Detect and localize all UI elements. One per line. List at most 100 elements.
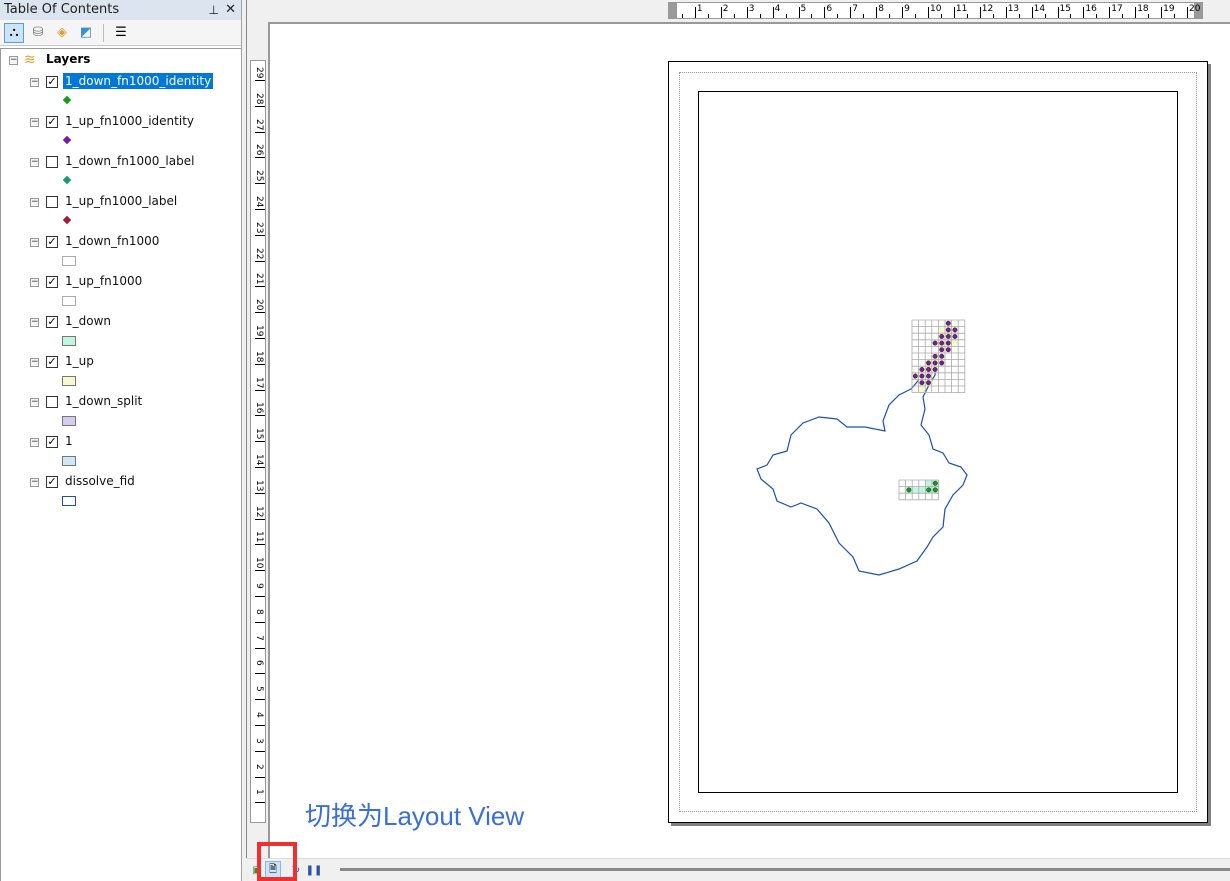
layer-name[interactable]: 1_down_fn1000_identity — [63, 73, 214, 89]
ruler-tick — [255, 338, 265, 339]
layer-tree: − ≋ Layers − ✓ 1_down_fn1000_identity − ✓… — [0, 48, 241, 881]
collapse-icon[interactable]: − — [30, 398, 39, 407]
collapse-icon[interactable]: − — [30, 118, 39, 127]
ruler-label: 6 — [254, 660, 264, 667]
layer-name[interactable]: 1_up — [63, 353, 96, 369]
visibility-checkbox[interactable]: ✓ — [46, 356, 58, 368]
annotation-text: 切换为Layout View — [305, 801, 525, 831]
polygon-symbol-icon — [62, 376, 76, 386]
ruler-tick — [255, 286, 265, 288]
ruler-tick — [1070, 14, 1072, 18]
point-symbol-icon — [62, 215, 72, 225]
ruler-label: 9 — [254, 583, 264, 589]
layer-item[interactable]: − 1_up_fn1000_label — [1, 191, 241, 231]
ruler-label: 13 — [1007, 4, 1020, 14]
visibility-checkbox[interactable] — [46, 396, 58, 408]
layer-name[interactable]: 1_down_split — [63, 393, 144, 409]
ruler-label: 15 — [254, 428, 264, 440]
list-by-drawing-order-button[interactable]: ⛬ — [4, 22, 24, 43]
ruler-label: 27 — [254, 118, 264, 131]
toc-title-bar: Table Of Contents ⊥ ✕ — [0, 0, 241, 20]
ruler-tick — [1135, 7, 1137, 18]
ruler-tick — [902, 7, 904, 18]
visibility-checkbox[interactable]: ✓ — [46, 436, 58, 448]
toc-title: Table Of Contents — [4, 2, 120, 17]
horizontal-ruler[interactable]: 1 2 3 4 5 6 7 8 9 10 11 12 13 14 15 16 17 18 19 20 — [668, 2, 1203, 19]
vertical-ruler[interactable]: 29 28 27 26 25 24 23 22 21 20 19 18 17 16 15 14 13 12 11 10… — [250, 60, 266, 823]
ruler-tick — [255, 260, 265, 262]
collapse-icon[interactable]: − — [30, 318, 39, 327]
collapse-icon[interactable]: − — [30, 438, 39, 447]
layer-item[interactable]: − ✓ 1 — [1, 431, 241, 471]
layer-name[interactable]: 1_up_fn1000_label — [63, 193, 179, 209]
ruler-label: 12 — [981, 4, 994, 14]
visibility-checkbox[interactable]: ✓ — [46, 116, 58, 128]
layer-item[interactable]: − ✓ dissolve_fid — [1, 471, 241, 511]
visibility-checkbox[interactable]: ✓ — [46, 76, 58, 88]
layer-item[interactable]: − 1_down_split — [1, 391, 241, 431]
horizontal-scrollbar[interactable] — [340, 868, 1230, 871]
layer-item[interactable]: − ✓ 1_up_fn1000 — [1, 271, 241, 311]
collapse-icon[interactable]: − — [30, 358, 39, 367]
visibility-checkbox[interactable]: ✓ — [46, 316, 58, 328]
layer-name[interactable]: 1 — [63, 433, 75, 449]
list-by-visibility-button[interactable]: ◈ — [52, 23, 72, 43]
pause-drawing-button[interactable]: ❚❚ — [306, 861, 323, 879]
visibility-checkbox[interactable]: ✓ — [46, 236, 58, 248]
ruler-tick — [1057, 7, 1059, 18]
ruler-label: 5 — [254, 686, 264, 692]
collapse-icon[interactable]: − — [30, 198, 39, 207]
polygon-symbol-icon — [62, 296, 76, 306]
layer-item[interactable]: − ✓ 1_up — [1, 351, 241, 391]
ruler-tick — [746, 7, 748, 18]
ruler-label: 21 — [254, 273, 264, 285]
ruler-tick — [979, 7, 981, 18]
ruler-tick — [720, 7, 722, 18]
polygon-symbol-icon — [62, 336, 76, 346]
layer-name[interactable]: 1_up_fn1000_identity — [63, 113, 196, 129]
visibility-checkbox[interactable] — [46, 156, 58, 168]
ruler-tick — [255, 750, 265, 752]
collapse-icon[interactable]: − — [30, 78, 39, 87]
layer-item[interactable]: − ✓ 1_up_fn1000_identity — [1, 111, 241, 151]
ruler-tick — [824, 7, 826, 18]
point-feature — [919, 380, 925, 386]
layer-name[interactable]: 1_down_fn1000 — [63, 233, 161, 249]
layout-page[interactable] — [668, 61, 1208, 823]
ruler-tick — [681, 14, 683, 18]
list-by-selection-button[interactable]: ◩ — [76, 23, 96, 43]
options-button[interactable]: ☰ — [111, 23, 131, 43]
feature-cell — [912, 486, 919, 494]
close-icon[interactable]: ✕ — [225, 0, 236, 20]
collapse-icon[interactable]: − — [30, 238, 39, 247]
ruler-tick — [255, 389, 265, 391]
list-by-source-button[interactable]: ⛁ — [28, 23, 48, 43]
collapse-icon[interactable]: − — [30, 278, 39, 287]
ruler-label: 16 — [254, 402, 264, 414]
visibility-checkbox[interactable]: ✓ — [46, 276, 58, 288]
point-feature — [906, 487, 912, 493]
layer-name[interactable]: 1_up_fn1000 — [63, 273, 144, 289]
layer-name[interactable]: dissolve_fid — [63, 473, 137, 489]
pin-icon[interactable]: ⊥ — [209, 0, 219, 20]
layer-item[interactable]: − ✓ 1_down_fn1000_identity — [1, 71, 241, 111]
layer-item[interactable]: − 1_down_fn1000_label — [1, 151, 241, 191]
ruler-tick — [953, 7, 955, 18]
collapse-icon[interactable]: − — [30, 478, 39, 487]
ruler-margin — [669, 3, 677, 18]
collapse-icon[interactable]: − — [30, 158, 39, 167]
point-feature — [926, 380, 931, 386]
collapse-layers-icon[interactable]: − — [9, 56, 18, 65]
ruler-tick — [966, 14, 968, 18]
layer-item[interactable]: − ✓ 1_down — [1, 311, 241, 351]
data-frame-layers[interactable]: Layers — [46, 52, 90, 66]
point-feature — [932, 487, 938, 493]
visibility-checkbox[interactable]: ✓ — [46, 476, 58, 488]
layer-name[interactable]: 1_down — [63, 313, 113, 329]
layer-name[interactable]: 1_down_fn1000_label — [63, 153, 196, 169]
layer-item[interactable]: − ✓ 1_down_fn1000 — [1, 231, 241, 271]
ruler-tick — [255, 596, 265, 597]
visibility-checkbox[interactable] — [46, 196, 58, 208]
point-feature — [912, 373, 918, 379]
ruler-tick — [694, 7, 696, 18]
